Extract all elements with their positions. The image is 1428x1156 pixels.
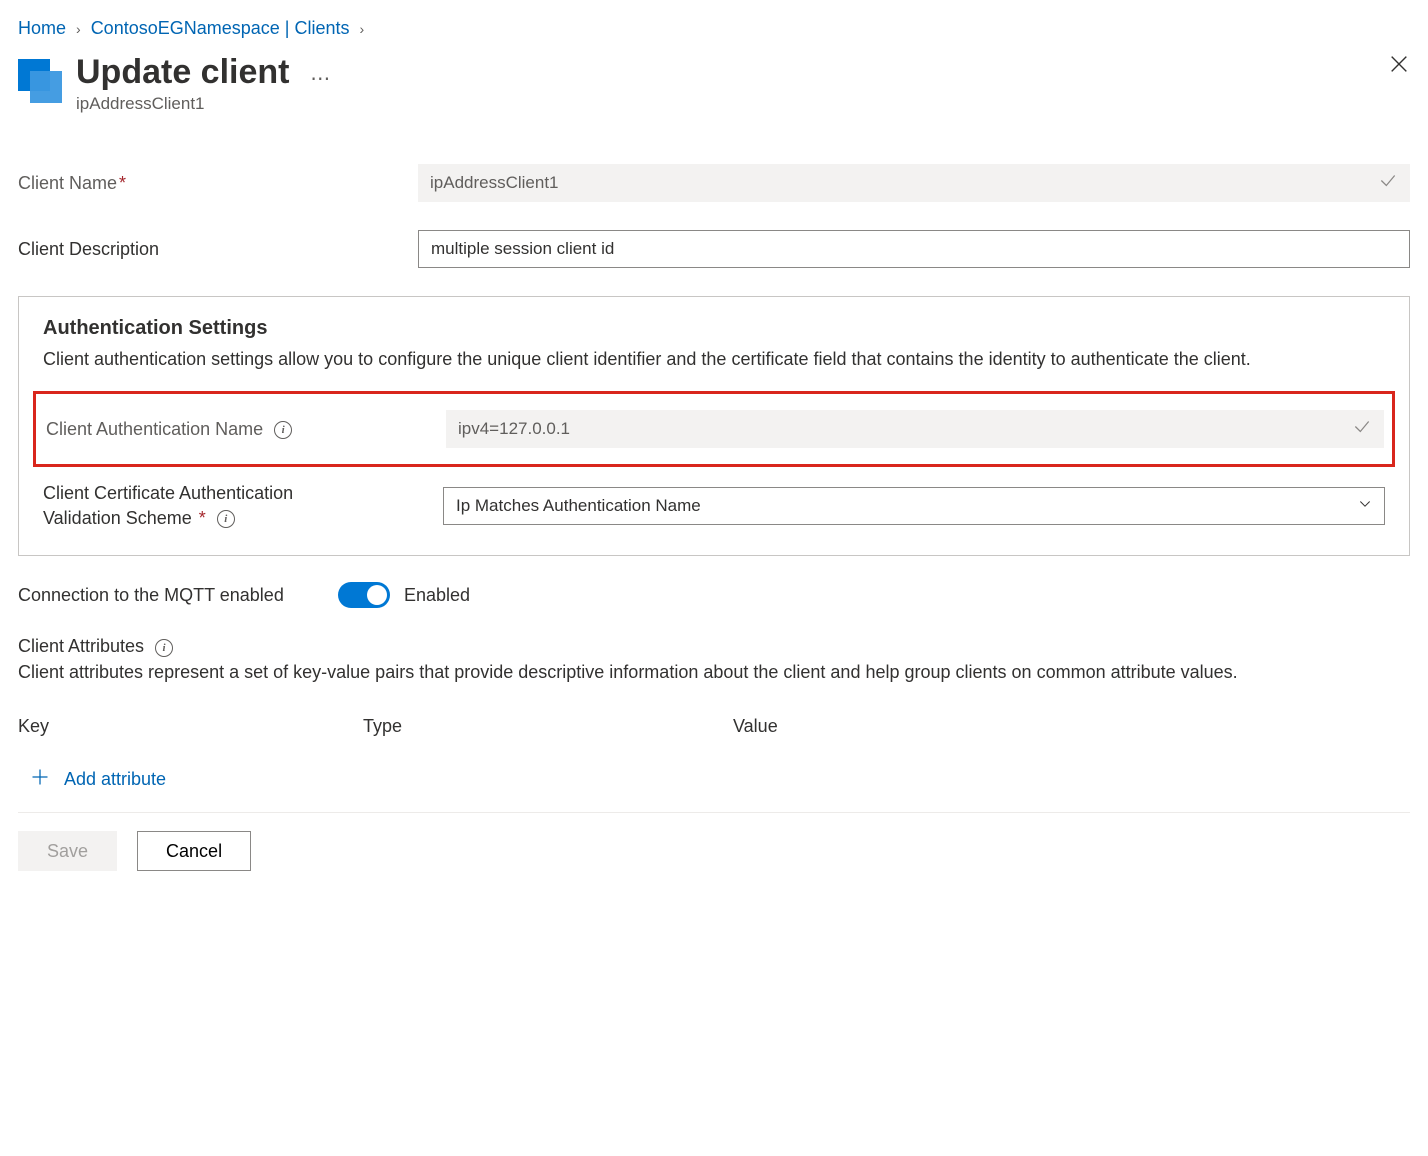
page-header: Update client ⋯ ipAddressClient1 [18,53,1410,114]
validation-scheme-select[interactable]: Ip Matches Authentication Name [443,487,1385,525]
mqtt-toggle-row: Connection to the MQTT enabled Enabled [18,582,1410,608]
auth-settings-heading: Authentication Settings [43,317,1385,340]
auth-name-label: Client Authentication Name [46,419,446,440]
chevron-right-icon: › [359,21,364,37]
info-icon[interactable] [217,510,235,528]
attributes-table-header: Key Type Value [18,716,1410,737]
client-attributes-heading: Client Attributes [18,636,1410,657]
client-attributes-description: Client attributes represent a set of key… [18,659,1410,686]
more-actions-button[interactable]: ⋯ [310,68,332,90]
attributes-col-value: Value [733,716,1410,737]
auth-settings-description: Client authentication settings allow you… [43,346,1385,373]
breadcrumb-home[interactable]: Home [18,18,66,39]
validated-icon [1378,171,1398,196]
info-icon[interactable] [155,639,173,657]
attributes-col-key: Key [18,716,363,737]
validation-scheme-row: Client Certificate Authentication Valida… [43,481,1385,531]
attributes-col-type: Type [363,716,733,737]
page-title: Update client [76,53,289,92]
client-description-input[interactable] [418,230,1410,268]
client-name-label: Client Name* [18,173,418,194]
mqtt-toggle-state: Enabled [404,585,470,606]
page-subtitle: ipAddressClient1 [76,94,1388,114]
chevron-right-icon: › [76,21,81,37]
client-description-row: Client Description [18,230,1410,268]
breadcrumb-namespace-clients[interactable]: ContosoEGNamespace | Clients [91,18,350,39]
info-icon[interactable] [274,421,292,439]
authentication-settings-panel: Authentication Settings Client authentic… [18,296,1410,556]
mqtt-enabled-toggle[interactable] [338,582,390,608]
client-name-row: Client Name* ipAddressClient1 [18,164,1410,202]
client-name-field: ipAddressClient1 [418,164,1410,202]
breadcrumb: Home › ContosoEGNamespace | Clients › [18,18,1410,39]
client-description-label: Client Description [18,239,418,260]
cancel-button[interactable]: Cancel [137,831,251,871]
validated-icon [1352,417,1372,442]
highlighted-auth-name-region: Client Authentication Name ipv4=127.0.0.… [33,391,1395,467]
plus-icon [30,767,50,792]
validation-scheme-label: Client Certificate Authentication Valida… [43,481,443,531]
footer-actions: Save Cancel [18,831,1410,871]
save-button[interactable]: Save [18,831,117,871]
client-resource-icon [18,59,62,103]
add-attribute-button[interactable]: Add attribute [18,767,1410,792]
close-button[interactable] [1388,53,1410,80]
auth-name-field: ipv4=127.0.0.1 [446,410,1384,448]
chevron-down-icon [1357,496,1373,517]
footer-divider [18,812,1410,813]
mqtt-toggle-label: Connection to the MQTT enabled [18,585,338,606]
add-attribute-label: Add attribute [64,769,166,790]
